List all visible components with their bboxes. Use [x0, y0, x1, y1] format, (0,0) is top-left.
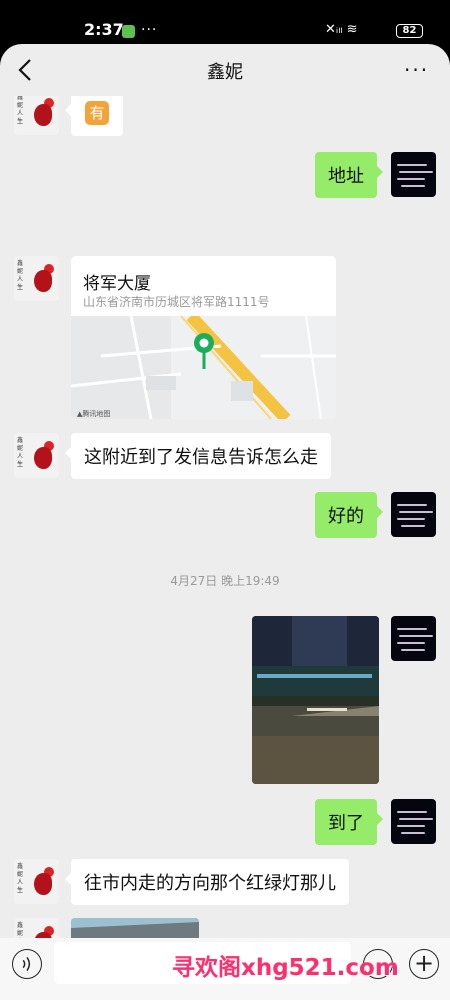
more-options-icon[interactable]: ···	[404, 58, 429, 82]
message-bubble[interactable]: 这附近到了发信息告诉怎么走	[65, 433, 331, 479]
avatar-label: 鑫妮人生	[17, 260, 24, 291]
contact-avatar[interactable]: 鑫妮人生	[14, 859, 59, 904]
chat-input-bar: + 寻欢阁xhg521.com	[0, 938, 450, 1000]
status-time: 2:37	[84, 20, 124, 39]
message-timestamp: 4月27日 晚上19:49	[170, 574, 280, 588]
avatar-label: 鑫妮人生	[17, 437, 24, 468]
emoji-you-sticker: 有	[85, 101, 109, 125]
self-avatar[interactable]	[391, 492, 436, 537]
contact-avatar[interactable]: 鑫妮人生	[14, 256, 59, 301]
voice-input-icon[interactable]	[12, 949, 42, 979]
map-preview	[71, 316, 336, 419]
more-notifications-icon: ···	[141, 22, 158, 38]
chat-screen: 鑫妮 ··· 鑫妮人生 有 地址 鑫妮人生 将军大厦 山东省济南市历城区将军路1…	[0, 44, 450, 1000]
message-bubble[interactable]: 地址	[315, 152, 383, 198]
watermark-text: 寻欢阁xhg521.com	[172, 955, 399, 981]
status-bar: 2:37 ··· ✕ᵢₗₗ ≋ 82	[0, 0, 450, 44]
message-bubble[interactable]: 有	[65, 96, 123, 136]
location-card[interactable]: 将军大厦 山东省济南市历城区将军路1111号 ▲腾讯地图	[71, 256, 336, 419]
location-address: 山东省济南市历城区将军路1111号	[83, 295, 270, 309]
self-avatar[interactable]	[391, 799, 436, 844]
self-avatar[interactable]	[391, 152, 436, 197]
message-bubble[interactable]: 往市内走的方向那个红绿灯那儿	[65, 859, 349, 905]
self-avatar[interactable]	[391, 616, 436, 661]
battery-icon: 82	[396, 24, 423, 38]
signal-wifi-icon: ✕ᵢₗₗ ≋	[325, 22, 358, 37]
contact-avatar[interactable]: 鑫妮人生	[14, 433, 59, 478]
map-credit: ▲腾讯地图	[77, 410, 111, 418]
wechat-notification-icon	[122, 25, 135, 38]
more-functions-plus-icon[interactable]: +	[409, 949, 439, 979]
avatar-label: 鑫妮人生	[17, 863, 24, 894]
chat-title: 鑫妮	[207, 62, 243, 83]
message-list[interactable]: 鑫妮人生 有 地址 鑫妮人生 将军大厦 山东省济南市历城区将军路1111号 ▲腾…	[0, 96, 450, 982]
message-bubble[interactable]: 好的	[315, 492, 383, 538]
night-street-photo[interactable]	[252, 616, 379, 784]
avatar-label: 鑫妮人生	[17, 96, 24, 125]
location-name: 将军大厦	[83, 274, 151, 294]
message-bubble[interactable]: 到了	[315, 799, 383, 845]
chat-header: 鑫妮 ···	[0, 44, 450, 96]
contact-avatar[interactable]: 鑫妮人生	[14, 96, 59, 135]
